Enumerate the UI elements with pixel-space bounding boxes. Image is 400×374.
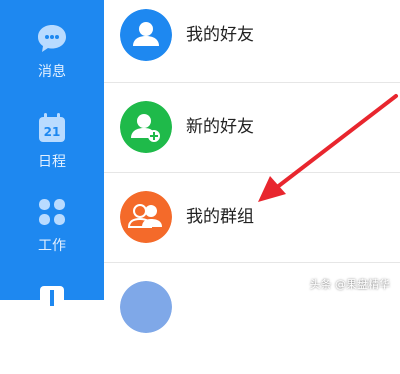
sidebar-item-work[interactable]: 工作 — [0, 196, 104, 286]
person-icon — [120, 9, 172, 61]
sidebar-item-messages[interactable]: 消息 — [0, 22, 104, 112]
sidebar: 消息 21 日程 工作 — [0, 0, 104, 310]
calendar-icon: 21 — [39, 113, 65, 142]
apps-grid-icon — [39, 199, 65, 225]
sidebar-item-label: 消息 — [38, 64, 66, 80]
add-person-icon — [120, 101, 172, 153]
group-icon — [120, 191, 172, 243]
sidebar-item-label: 工作 — [38, 238, 66, 254]
sidebar-item-label: 日程 — [38, 154, 66, 170]
watermark: 头条 @果盘精华 — [309, 278, 391, 291]
list-item-label: 我的好友 — [186, 25, 254, 45]
contacts-list: 我的好友 新的好友 我的群组 — [104, 0, 400, 333]
chat-bubble-icon — [38, 25, 66, 52]
list-item-my-groups[interactable]: 我的群组 — [104, 172, 400, 262]
sidebar-item-schedule[interactable]: 21 日程 — [0, 112, 104, 202]
list-item-label: 我的群组 — [186, 207, 254, 227]
list-item-my-friends[interactable]: 我的好友 — [104, 0, 400, 80]
list-item-label: 新的好友 — [186, 117, 254, 137]
calendar-date: 21 — [44, 125, 61, 139]
sidebar-item-more[interactable] — [0, 284, 104, 374]
partial-icon — [120, 281, 172, 333]
plus-icon — [40, 286, 64, 310]
list-item-new-friends[interactable]: 新的好友 — [104, 82, 400, 172]
